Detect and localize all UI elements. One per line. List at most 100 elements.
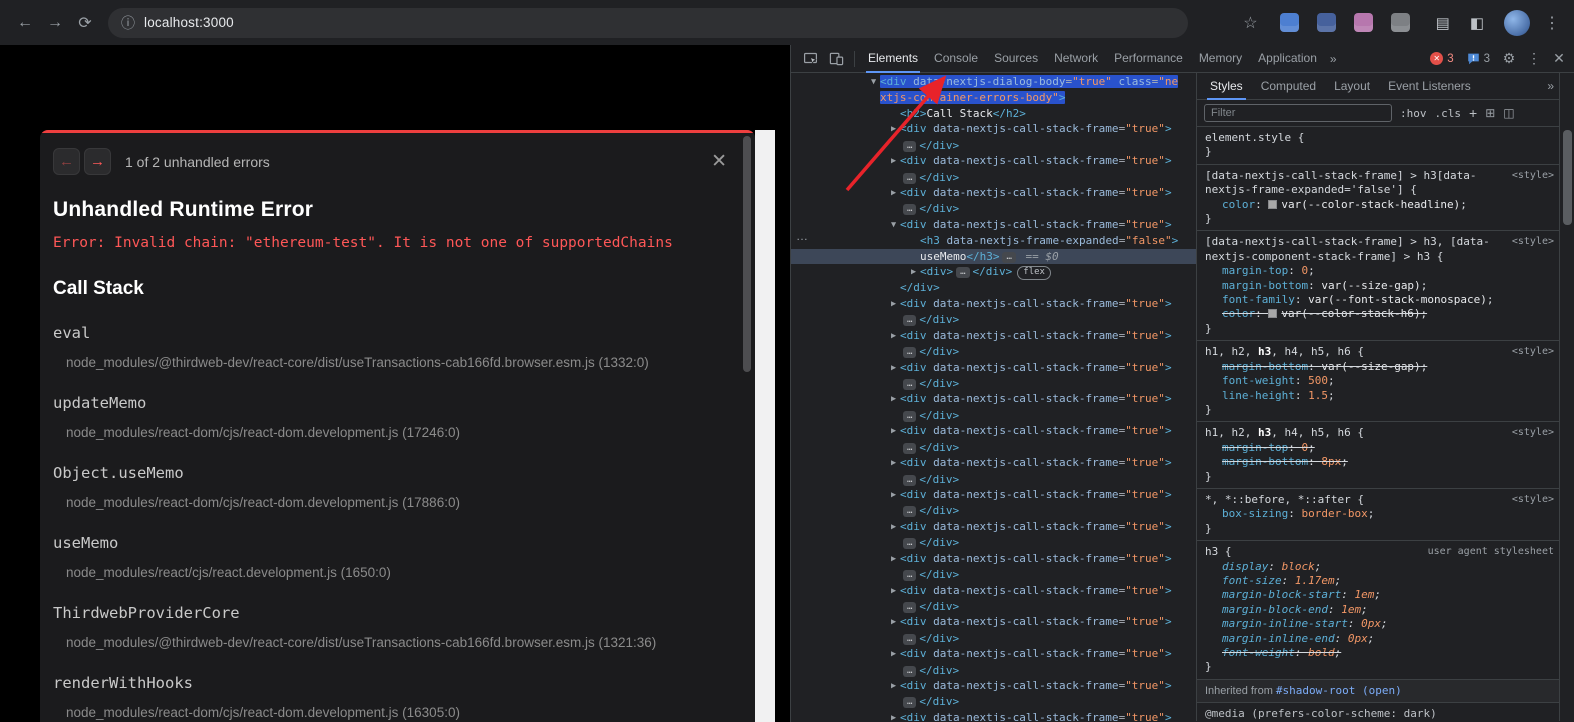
console-errors-badge[interactable]: ✕ 3 xyxy=(1425,52,1458,65)
css-selector[interactable]: [data-nextjs-call-stack-frame] > h3, [da… xyxy=(1205,235,1552,249)
dom-node-line[interactable]: …</div> xyxy=(791,376,1196,391)
css-declaration[interactable]: color: var(--color-stack-h6); xyxy=(1205,307,1552,321)
extension-icon-3[interactable] xyxy=(1354,13,1373,32)
browser-menu-icon[interactable]: ⋮ xyxy=(1544,13,1560,33)
dom-node-line[interactable]: ▶<div data-nextjs-call-stack-frame="true… xyxy=(791,551,1196,567)
css-declaration[interactable]: font-family: var(--font-stack-monospace)… xyxy=(1205,293,1552,307)
css-selector[interactable]: [data-nextjs-call-stack-frame] > h3[data… xyxy=(1205,169,1552,183)
issues-badge[interactable]: 3 xyxy=(1462,52,1495,65)
dom-node-line[interactable]: ▶<div data-nextjs-call-stack-frame="true… xyxy=(791,646,1196,662)
node-menu-icon[interactable]: … xyxy=(796,229,809,243)
element-classes-button[interactable]: .cls xyxy=(1435,107,1462,120)
scrollbar-thumb[interactable] xyxy=(1563,130,1572,225)
css-declaration[interactable]: margin-bottom: var(--size-gap); xyxy=(1205,360,1552,374)
devtools-menu-icon[interactable]: ⋮ xyxy=(1523,50,1545,67)
styles-tab-styles[interactable]: Styles xyxy=(1201,73,1252,100)
disclosure-arrow-icon[interactable]: ▶ xyxy=(887,520,900,535)
css-declaration[interactable]: margin-inline-end: 0px; xyxy=(1205,632,1552,646)
inspect-element-icon[interactable] xyxy=(797,46,823,72)
styles-scrollbar[interactable] xyxy=(1559,73,1574,721)
disclosure-arrow-icon[interactable]: ▶ xyxy=(887,297,900,312)
settings-gear-icon[interactable]: ⚙ xyxy=(1498,50,1520,67)
back-button[interactable]: ← xyxy=(10,8,40,38)
styles-filter-input[interactable] xyxy=(1204,104,1392,122)
inline-expand-icon[interactable]: … xyxy=(903,315,916,326)
grid-overlay-icon[interactable]: ⊞ xyxy=(1485,106,1495,120)
devtools-close-icon[interactable]: ✕ xyxy=(1548,50,1570,67)
more-tabs-icon[interactable]: » xyxy=(1325,52,1342,66)
computed-sidebar-icon[interactable]: ◫ xyxy=(1503,106,1514,120)
address-bar[interactable]: ⓘ localhost:3000 xyxy=(108,8,1188,38)
page-scrollbar[interactable] xyxy=(755,130,775,722)
dom-node-line[interactable]: ▶<div data-nextjs-call-stack-frame="true… xyxy=(791,455,1196,471)
toggle-element-state-button[interactable]: :hov xyxy=(1400,107,1427,120)
reload-button[interactable]: ⟳ xyxy=(70,8,100,38)
css-declaration[interactable]: font-weight: bold; xyxy=(1205,646,1552,660)
disclosure-arrow-icon[interactable]: ▶ xyxy=(887,647,900,662)
dom-node-line[interactable]: ▶<div data-nextjs-call-stack-frame="true… xyxy=(791,153,1196,169)
dom-node-line[interactable]: ▶<div data-nextjs-call-stack-frame="true… xyxy=(791,678,1196,694)
css-selector[interactable]: nextjs-frame-expanded='false'] { xyxy=(1205,183,1552,197)
disclosure-arrow-icon[interactable]: ▶ xyxy=(887,679,900,694)
color-swatch[interactable] xyxy=(1268,309,1277,318)
disclosure-arrow-icon[interactable]: ▶ xyxy=(887,392,900,407)
css-selector[interactable]: element.style { xyxy=(1205,131,1552,145)
dom-node-line[interactable]: …</div> xyxy=(791,631,1196,646)
dom-node-line[interactable]: ▶<div data-nextjs-call-stack-frame="true… xyxy=(791,519,1196,535)
dom-node-line[interactable]: …</div> xyxy=(791,599,1196,614)
inline-expand-icon[interactable]: … xyxy=(903,602,916,613)
inline-expand-icon[interactable]: … xyxy=(903,173,916,184)
dom-node-line[interactable]: xtjs-container-errors-body"> xyxy=(791,90,1196,105)
dom-node-line[interactable]: ▶<div data-nextjs-call-stack-frame="true… xyxy=(791,391,1196,407)
devtools-tab-performance[interactable]: Performance xyxy=(1106,45,1191,73)
inline-expand-icon[interactable]: … xyxy=(903,666,916,677)
disclosure-arrow-icon[interactable]: ▶ xyxy=(887,424,900,439)
disclosure-arrow-icon[interactable]: ▶ xyxy=(887,615,900,630)
dom-node-line[interactable]: …</div> xyxy=(791,440,1196,455)
css-declaration[interactable]: box-sizing: border-box; xyxy=(1205,507,1552,521)
dom-node-line[interactable]: ▶<div data-nextjs-call-stack-frame="true… xyxy=(791,583,1196,599)
css-declaration[interactable]: margin-top: 0; xyxy=(1205,264,1552,278)
dom-node-line[interactable]: useMemo</h3>… == $0 xyxy=(791,249,1196,264)
disclosure-arrow-icon[interactable]: ▶ xyxy=(887,329,900,344)
more-sidebar-tabs-icon[interactable]: » xyxy=(1545,79,1556,93)
inline-expand-icon[interactable]: … xyxy=(903,347,916,358)
rule-origin-link[interactable]: <style> xyxy=(1512,169,1554,183)
extension-icon-4[interactable] xyxy=(1391,13,1410,32)
css-selector[interactable]: *, *::before, *::after { xyxy=(1205,493,1552,507)
disclosure-arrow-icon[interactable]: ▶ xyxy=(887,122,900,137)
flex-adorner-badge[interactable]: flex xyxy=(1017,266,1051,280)
bookmark-star-icon[interactable]: ☆ xyxy=(1243,13,1257,33)
styles-tab-event-listeners[interactable]: Event Listeners xyxy=(1379,73,1480,100)
next-error-button[interactable]: → xyxy=(84,148,111,175)
inline-expand-icon[interactable]: … xyxy=(903,204,916,215)
css-declaration[interactable]: margin-block-end: 1em; xyxy=(1205,603,1552,617)
styles-tab-layout[interactable]: Layout xyxy=(1325,73,1379,100)
inline-expand-icon[interactable]: … xyxy=(903,570,916,581)
dom-node-line[interactable]: ▶<div data-nextjs-call-stack-frame="true… xyxy=(791,296,1196,312)
disclosure-arrow-icon[interactable]: ▶ xyxy=(907,265,920,280)
dom-node-line[interactable]: ▼<div data-nextjs-dialog-body="true" cla… xyxy=(791,74,1196,90)
dom-node-line[interactable]: ▶<div data-nextjs-call-stack-frame="true… xyxy=(791,423,1196,439)
dom-node-line[interactable]: …</div> xyxy=(791,567,1196,582)
dom-node-line[interactable]: ▶<div>…</div>flex xyxy=(791,264,1196,280)
inline-expand-icon[interactable]: … xyxy=(903,411,916,422)
css-selector[interactable]: h1, h2, h3, h4, h5, h6 { xyxy=(1205,426,1552,440)
inline-expand-icon[interactable]: … xyxy=(903,141,916,152)
color-swatch[interactable] xyxy=(1268,200,1277,209)
disclosure-arrow-icon[interactable]: ▼ xyxy=(867,75,880,90)
inline-expand-icon[interactable]: … xyxy=(1002,252,1015,263)
dom-node-line[interactable]: …</div> xyxy=(791,535,1196,550)
rule-origin-link[interactable]: user agent stylesheet xyxy=(1428,545,1554,559)
dom-node-line[interactable]: …</div> xyxy=(791,472,1196,487)
inline-expand-icon[interactable]: … xyxy=(903,697,916,708)
dom-node-line[interactable]: …</div> xyxy=(791,408,1196,423)
disclosure-arrow-icon[interactable]: ▶ xyxy=(887,456,900,471)
devtools-tab-elements[interactable]: Elements xyxy=(860,45,926,73)
site-info-icon[interactable]: ⓘ xyxy=(121,13,135,33)
devtools-tab-memory[interactable]: Memory xyxy=(1191,45,1250,73)
disclosure-arrow-icon[interactable]: ▶ xyxy=(887,361,900,376)
dom-node-line[interactable]: …</div> xyxy=(791,138,1196,153)
dom-node-line[interactable]: ▶<div data-nextjs-call-stack-frame="true… xyxy=(791,121,1196,137)
css-declaration[interactable]: display: block; xyxy=(1205,560,1552,574)
